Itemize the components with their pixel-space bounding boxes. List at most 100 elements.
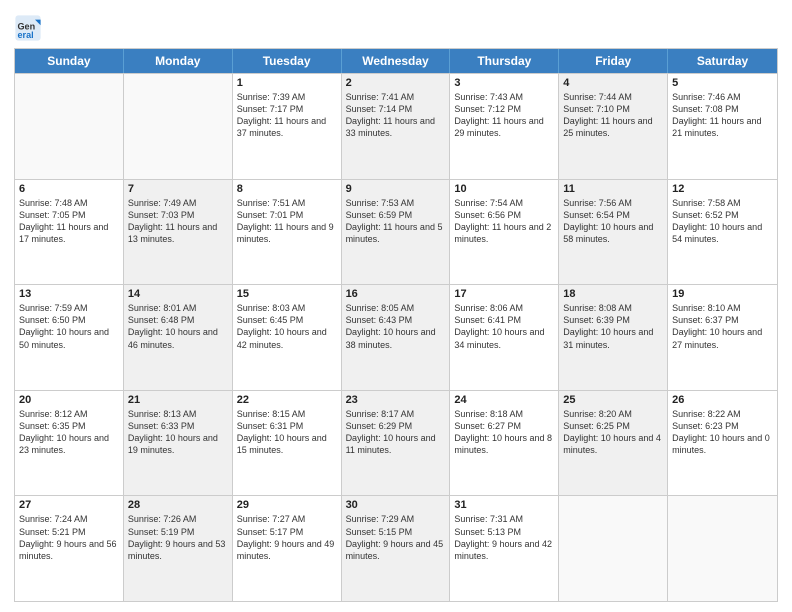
calendar-row: 13 Sunrise: 7:59 AMSunset: 6:50 PMDayligh… [15, 284, 777, 390]
cell-details: Sunrise: 7:27 AMSunset: 5:17 PMDaylight:… [237, 513, 337, 562]
day-number: 8 [237, 183, 337, 195]
weekday-header: Monday [124, 49, 233, 73]
cell-details: Sunrise: 7:39 AMSunset: 7:17 PMDaylight:… [237, 91, 337, 140]
weekday-header: Saturday [668, 49, 777, 73]
cell-details: Sunrise: 7:59 AMSunset: 6:50 PMDaylight:… [19, 302, 119, 351]
day-number: 10 [454, 183, 554, 195]
weekday-header: Wednesday [342, 49, 451, 73]
day-number: 30 [346, 499, 446, 511]
cell-details: Sunrise: 7:48 AMSunset: 7:05 PMDaylight:… [19, 197, 119, 246]
day-number: 21 [128, 394, 228, 406]
weekday-header: Thursday [450, 49, 559, 73]
day-number: 23 [346, 394, 446, 406]
calendar-cell: 29 Sunrise: 7:27 AMSunset: 5:17 PMDayligh… [233, 496, 342, 601]
calendar-cell: 14Sunrise: 8:01 AMSunset: 6:48 PMDayligh… [124, 285, 233, 390]
day-number: 18 [563, 288, 663, 300]
day-number: 4 [563, 77, 663, 89]
calendar-cell: 25Sunrise: 8:20 AMSunset: 6:25 PMDayligh… [559, 391, 668, 496]
cell-details: Sunrise: 7:43 AMSunset: 7:12 PMDaylight:… [454, 91, 554, 140]
day-number: 9 [346, 183, 446, 195]
cell-details: Sunrise: 7:44 AMSunset: 7:10 PMDaylight:… [563, 91, 663, 140]
cell-details: Sunrise: 8:22 AMSunset: 6:23 PMDaylight:… [672, 408, 773, 457]
day-number: 28 [128, 499, 228, 511]
calendar-cell: 3 Sunrise: 7:43 AMSunset: 7:12 PMDaylight… [450, 74, 559, 179]
cell-details: Sunrise: 8:17 AMSunset: 6:29 PMDaylight:… [346, 408, 446, 457]
cell-details: Sunrise: 8:05 AMSunset: 6:43 PMDaylight:… [346, 302, 446, 351]
cell-details: Sunrise: 7:53 AMSunset: 6:59 PMDaylight:… [346, 197, 446, 246]
day-number: 19 [672, 288, 773, 300]
calendar-cell: 6Sunrise: 7:48 AMSunset: 7:05 PMDaylight… [15, 180, 124, 285]
day-number: 5 [672, 77, 773, 89]
cell-details: Sunrise: 7:58 AMSunset: 6:52 PMDaylight:… [672, 197, 773, 246]
cell-details: Sunrise: 7:54 AMSunset: 6:56 PMDaylight:… [454, 197, 554, 246]
calendar-cell: 22 Sunrise: 8:15 AMSunset: 6:31 PMDayligh… [233, 391, 342, 496]
cell-details: Sunrise: 7:56 AMSunset: 6:54 PMDaylight:… [563, 197, 663, 246]
cell-details: Sunrise: 8:15 AMSunset: 6:31 PMDaylight:… [237, 408, 337, 457]
calendar-cell: 1Sunrise: 7:39 AMSunset: 7:17 PMDaylight… [233, 74, 342, 179]
day-number: 22 [237, 394, 337, 406]
day-number: 27 [19, 499, 119, 511]
day-number: 12 [672, 183, 773, 195]
cell-details: Sunrise: 8:08 AMSunset: 6:39 PMDaylight:… [563, 302, 663, 351]
cell-details: Sunrise: 7:26 AMSunset: 5:19 PMDaylight:… [128, 513, 228, 562]
calendar-cell [668, 496, 777, 601]
day-number: 7 [128, 183, 228, 195]
day-number: 3 [454, 77, 554, 89]
calendar-body: 1Sunrise: 7:39 AMSunset: 7:17 PMDaylight… [15, 73, 777, 601]
day-number: 16 [346, 288, 446, 300]
logo: Gen eral [14, 14, 44, 42]
cell-details: Sunrise: 7:24 AMSunset: 5:21 PMDaylight:… [19, 513, 119, 562]
calendar-cell: 30Sunrise: 7:29 AMSunset: 5:15 PMDayligh… [342, 496, 451, 601]
cell-details: Sunrise: 8:13 AMSunset: 6:33 PMDaylight:… [128, 408, 228, 457]
logo-icon: Gen eral [14, 14, 42, 42]
calendar-cell: 20Sunrise: 8:12 AMSunset: 6:35 PMDayligh… [15, 391, 124, 496]
cell-details: Sunrise: 7:41 AMSunset: 7:14 PMDaylight:… [346, 91, 446, 140]
calendar-cell: 4 Sunrise: 7:44 AMSunset: 7:10 PMDaylight… [559, 74, 668, 179]
cell-details: Sunrise: 8:10 AMSunset: 6:37 PMDaylight:… [672, 302, 773, 351]
page: Gen eral SundayMondayTuesdayWednesdayThu… [0, 0, 792, 612]
header: Gen eral [14, 10, 778, 42]
cell-details: Sunrise: 8:03 AMSunset: 6:45 PMDaylight:… [237, 302, 337, 351]
calendar-cell: 9 Sunrise: 7:53 AMSunset: 6:59 PMDaylight… [342, 180, 451, 285]
cell-details: Sunrise: 7:31 AMSunset: 5:13 PMDaylight:… [454, 513, 554, 562]
cell-details: Sunrise: 8:01 AMSunset: 6:48 PMDaylight:… [128, 302, 228, 351]
calendar-header: SundayMondayTuesdayWednesdayThursdayFrid… [15, 49, 777, 73]
weekday-header: Friday [559, 49, 668, 73]
calendar-cell: 19 Sunrise: 8:10 AMSunset: 6:37 PMDayligh… [668, 285, 777, 390]
calendar-cell: 21 Sunrise: 8:13 AMSunset: 6:33 PMDayligh… [124, 391, 233, 496]
calendar-cell: 13 Sunrise: 7:59 AMSunset: 6:50 PMDayligh… [15, 285, 124, 390]
calendar-cell: 18 Sunrise: 8:08 AMSunset: 6:39 PMDayligh… [559, 285, 668, 390]
cell-details: Sunrise: 7:46 AMSunset: 7:08 PMDaylight:… [672, 91, 773, 140]
calendar-cell [559, 496, 668, 601]
calendar-cell: 23 Sunrise: 8:17 AMSunset: 6:29 PMDayligh… [342, 391, 451, 496]
calendar-cell: 11 Sunrise: 7:56 AMSunset: 6:54 PMDayligh… [559, 180, 668, 285]
day-number: 11 [563, 183, 663, 195]
calendar-cell [124, 74, 233, 179]
calendar-cell: 2 Sunrise: 7:41 AMSunset: 7:14 PMDaylight… [342, 74, 451, 179]
cell-details: Sunrise: 7:49 AMSunset: 7:03 PMDaylight:… [128, 197, 228, 246]
calendar-cell: 5 Sunrise: 7:46 AMSunset: 7:08 PMDaylight… [668, 74, 777, 179]
cell-details: Sunrise: 8:20 AMSunset: 6:25 PMDaylight:… [563, 408, 663, 457]
calendar-row: 1Sunrise: 7:39 AMSunset: 7:17 PMDaylight… [15, 73, 777, 179]
calendar-cell: 8Sunrise: 7:51 AMSunset: 7:01 PMDaylight… [233, 180, 342, 285]
calendar-cell: 10 Sunrise: 7:54 AMSunset: 6:56 PMDayligh… [450, 180, 559, 285]
calendar-cell: 12 Sunrise: 7:58 AMSunset: 6:52 PMDayligh… [668, 180, 777, 285]
weekday-header: Sunday [15, 49, 124, 73]
calendar-cell: 31 Sunrise: 7:31 AMSunset: 5:13 PMDayligh… [450, 496, 559, 601]
calendar-row: 20Sunrise: 8:12 AMSunset: 6:35 PMDayligh… [15, 390, 777, 496]
calendar: SundayMondayTuesdayWednesdayThursdayFrid… [14, 48, 778, 602]
calendar-cell: 7 Sunrise: 7:49 AMSunset: 7:03 PMDaylight… [124, 180, 233, 285]
calendar-row: 27 Sunrise: 7:24 AMSunset: 5:21 PMDayligh… [15, 495, 777, 601]
day-number: 31 [454, 499, 554, 511]
cell-details: Sunrise: 8:06 AMSunset: 6:41 PMDaylight:… [454, 302, 554, 351]
svg-text:eral: eral [18, 30, 34, 40]
day-number: 2 [346, 77, 446, 89]
cell-details: Sunrise: 8:12 AMSunset: 6:35 PMDaylight:… [19, 408, 119, 457]
calendar-cell: 26 Sunrise: 8:22 AMSunset: 6:23 PMDayligh… [668, 391, 777, 496]
day-number: 13 [19, 288, 119, 300]
weekday-header: Tuesday [233, 49, 342, 73]
day-number: 29 [237, 499, 337, 511]
cell-details: Sunrise: 8:18 AMSunset: 6:27 PMDaylight:… [454, 408, 554, 457]
day-number: 24 [454, 394, 554, 406]
day-number: 26 [672, 394, 773, 406]
